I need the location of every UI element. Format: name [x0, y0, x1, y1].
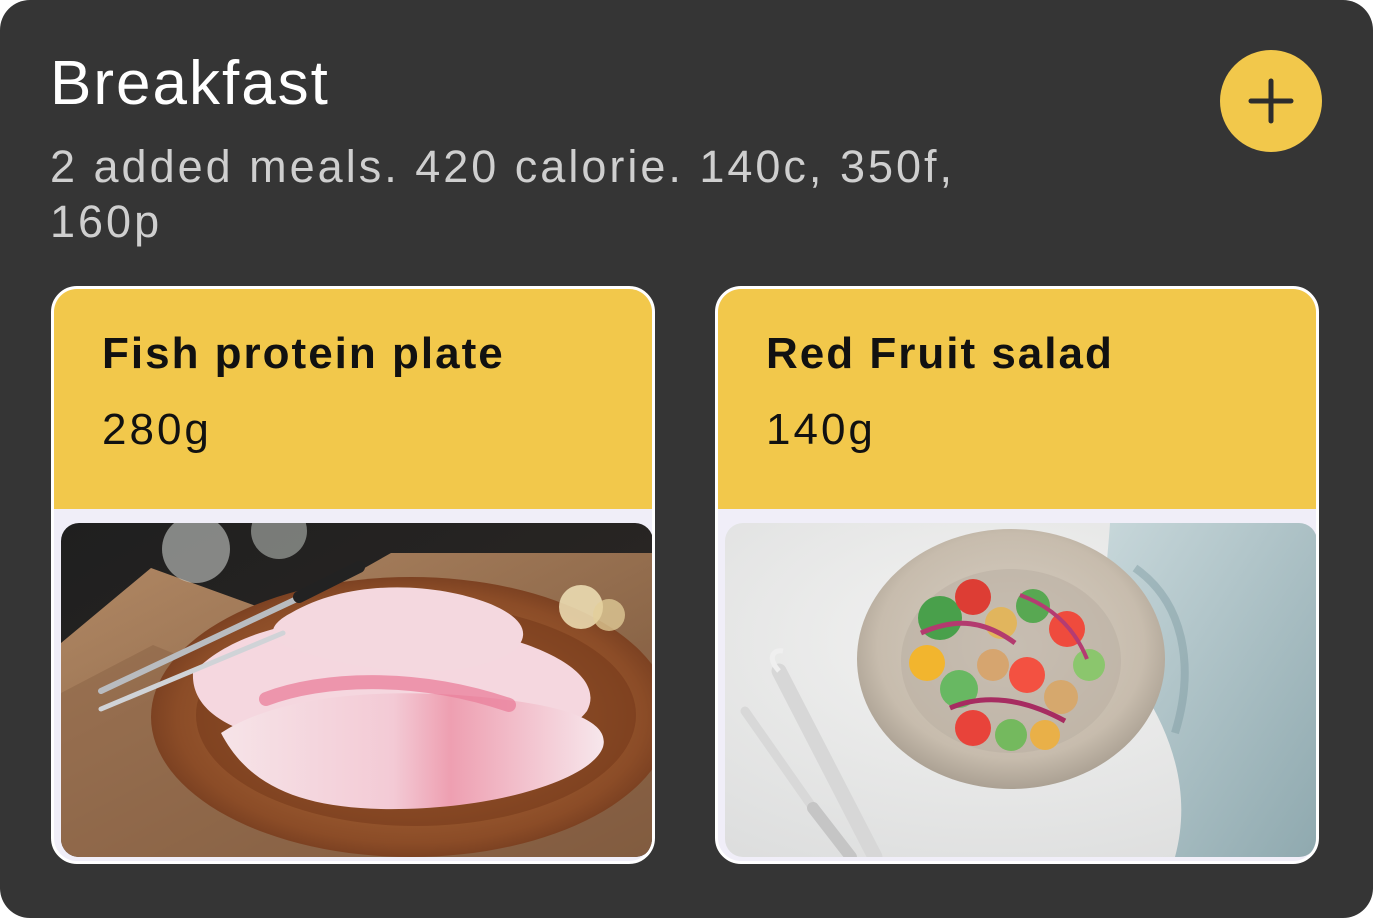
fish-fillet-photo: [61, 523, 652, 857]
meal-name: Red Fruit salad: [766, 329, 1114, 378]
meal-weight: 280g: [102, 405, 212, 454]
meal-summary: 2 added meals. 420 calorie. 140c, 350f, …: [50, 141, 956, 247]
meal-card-fish-protein-plate[interactable]: Fish protein plate 280g: [51, 286, 655, 864]
meal-card-header: [718, 289, 1316, 509]
meal-cards: Fish protein plate 280g Red Fruit salad …: [51, 286, 1322, 866]
salad-bowl-photo: [725, 523, 1316, 857]
meal-card-red-fruit-salad[interactable]: Red Fruit salad 140g: [715, 286, 1319, 864]
section-title: Breakfast: [50, 49, 330, 118]
meal-name: Fish protein plate: [102, 329, 505, 378]
meal-weight: 140g: [766, 405, 876, 454]
plus-icon: [1248, 78, 1294, 124]
add-meal-button[interactable]: [1220, 50, 1322, 152]
meal-card-header: [54, 289, 652, 509]
breakfast-panel: Breakfast 2 added meals. 420 calorie. 14…: [0, 0, 1373, 918]
